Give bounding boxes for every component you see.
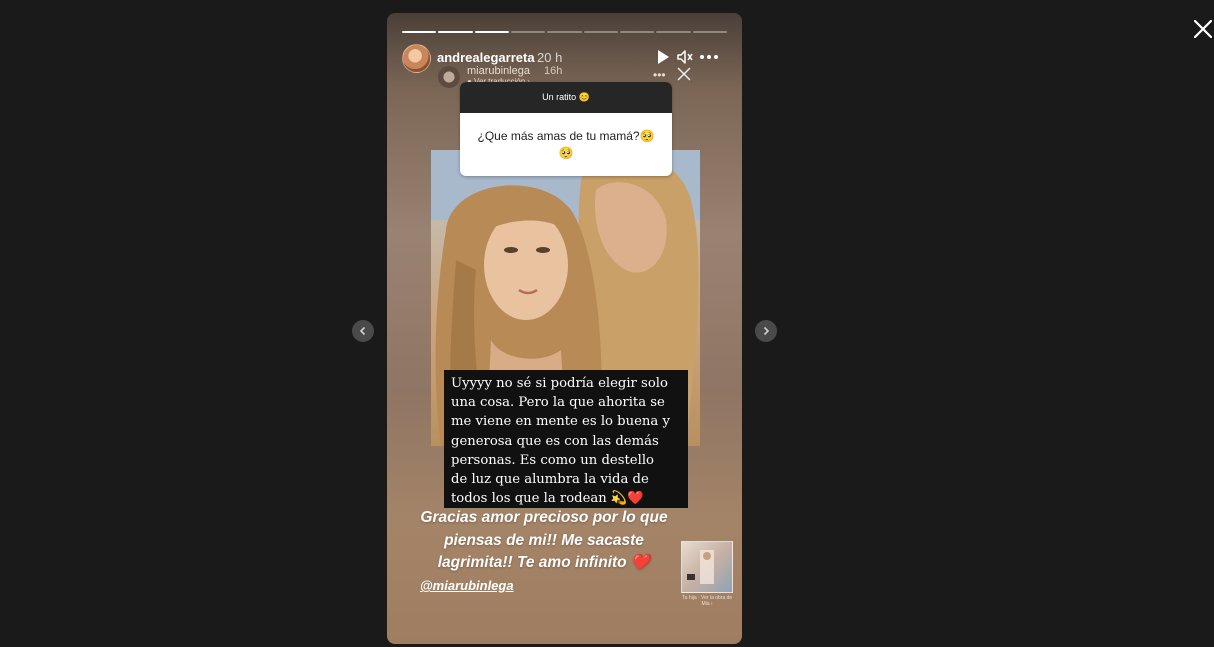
story-caption: Gracias amor precioso por lo que piensas … bbox=[399, 507, 689, 575]
reshared-username: miarubinlega bbox=[467, 65, 530, 77]
answer-line: una cosa. Pero la que ahorita se bbox=[451, 395, 665, 411]
mute-icon bbox=[677, 50, 693, 64]
progress-segment bbox=[547, 31, 582, 33]
progress-segment bbox=[619, 31, 655, 33]
next-story-button[interactable] bbox=[755, 320, 777, 342]
reshared-time: 16h bbox=[544, 65, 563, 77]
question-sticker-text: ¿Que más amas de tu mamá?🥺 🥺 bbox=[460, 113, 672, 162]
story-progress-bar bbox=[402, 31, 727, 33]
question-line: 🥺 bbox=[558, 146, 574, 160]
previous-story-button[interactable] bbox=[352, 320, 374, 342]
more-options-button[interactable] bbox=[699, 49, 719, 70]
question-sticker: Un ratito 😊 ¿Que más amas de tu mamá?🥺 🥺 bbox=[460, 82, 672, 176]
answer-line: de luz que alumbra la vida de bbox=[451, 472, 649, 488]
close-button[interactable] bbox=[1193, 19, 1214, 44]
answer-line: me viene en mente es lo buena y bbox=[451, 414, 670, 430]
mention-link[interactable]: @miarubinlega bbox=[420, 578, 514, 593]
answer-line: personas. Es como un destello bbox=[451, 452, 654, 468]
progress-segment bbox=[692, 31, 727, 33]
question-line: ¿Que más amas de tu mamá?🥺 bbox=[477, 129, 655, 143]
answer-line: todos los que la rodean 💫❤️ bbox=[451, 491, 644, 507]
progress-segment bbox=[510, 31, 546, 33]
progress-segment bbox=[656, 31, 691, 33]
author-username[interactable]: andrealegarreta bbox=[437, 50, 535, 65]
story-viewer[interactable]: andrealegarreta 20 h miarubinlega 16h ● … bbox=[387, 13, 742, 644]
answer-line: generosa que es con las demás bbox=[451, 433, 659, 449]
author-avatar[interactable] bbox=[402, 44, 431, 73]
progress-segment bbox=[402, 31, 437, 33]
chevron-right-icon bbox=[763, 326, 770, 336]
play-icon bbox=[658, 50, 669, 64]
caption-line: piensas de mi!! Me sacaste bbox=[444, 531, 644, 549]
progress-segment bbox=[583, 31, 618, 33]
story-timestamp: 20 h bbox=[537, 50, 563, 65]
thumbnail-label: Tu hija · Ver la obra de Mia › bbox=[681, 595, 733, 607]
question-sticker-header: Un ratito 😊 bbox=[460, 82, 672, 113]
chevron-left-icon bbox=[359, 326, 366, 336]
reshared-avatar bbox=[438, 66, 460, 88]
progress-segment bbox=[438, 31, 473, 33]
progress-segment bbox=[474, 31, 509, 33]
caption-line: Gracias amor precioso por lo que bbox=[420, 509, 668, 526]
caption-line: lagrimita!! Te amo infinito ❤️ bbox=[437, 554, 651, 571]
answer-line: Uyyyy no sé si podría elegir solo bbox=[451, 376, 668, 391]
reshared-close-icon bbox=[677, 67, 693, 83]
more-icon bbox=[700, 55, 718, 59]
reshared-more-icon: ••• bbox=[653, 68, 666, 82]
close-icon bbox=[1193, 19, 1213, 39]
answer-text-box: Uyyyy no sé si podría elegir solo una cos… bbox=[444, 370, 688, 508]
reshared-post-thumbnail[interactable] bbox=[681, 541, 733, 593]
